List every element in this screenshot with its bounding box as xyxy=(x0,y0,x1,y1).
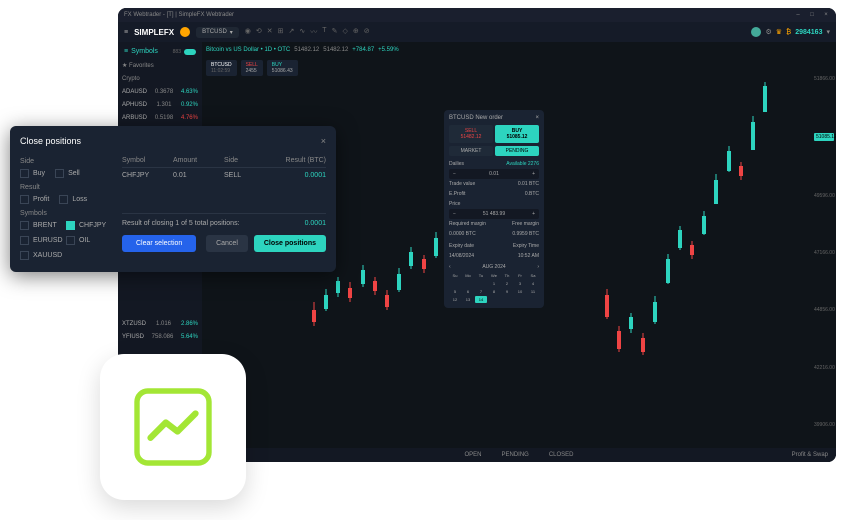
sidebar-title: Symbols xyxy=(131,48,158,55)
positions-tabs: OPEN PENDING CLOSED Profit & Swap xyxy=(202,448,836,462)
close-icon[interactable]: × xyxy=(321,136,326,146)
expiry-date[interactable]: 14/08/2024 xyxy=(449,253,474,259)
favorites-section[interactable]: ★ Favorites xyxy=(122,60,198,71)
topbar: ≡ SIMPLEFX BTCUSD▾ ◉ ⟲ ✕ ⊞ ↗ ∿ 〰 T ✎ ◇ ⊕… xyxy=(118,22,836,42)
tool-icon[interactable]: ⟲ xyxy=(256,27,262,37)
checkbox-symbol[interactable]: OIL xyxy=(66,234,110,247)
tool-icon[interactable]: ✎ xyxy=(332,27,338,37)
coin-icon[interactable]: ₿ xyxy=(786,29,791,36)
close-icon[interactable]: × xyxy=(535,115,539,121)
tool-icon[interactable]: ⊕ xyxy=(353,27,359,37)
symbol-row[interactable]: ADAUSD0.36784.63% xyxy=(122,87,198,97)
sell-button[interactable]: SELL51482.12 xyxy=(449,125,493,143)
window-controls: – □ × xyxy=(794,11,830,19)
checkbox-symbol[interactable]: BRENT xyxy=(20,219,64,232)
filters: Side Buy Sell Result Profit Loss Symbols… xyxy=(20,154,110,262)
checkbox-sell[interactable]: Sell xyxy=(55,167,80,180)
symbol-row[interactable]: XTZUSD1.0162.86% xyxy=(122,319,198,329)
checkbox-buy[interactable]: Buy xyxy=(20,167,45,180)
menu-icon[interactable]: ≡ xyxy=(124,29,128,36)
checkbox-symbol[interactable]: XAUUSD xyxy=(20,249,64,262)
tool-icon[interactable]: ◇ xyxy=(342,27,347,37)
toolbar-icons: ◉ ⟲ ✕ ⊞ ↗ ∿ 〰 T ✎ ◇ ⊕ ⊘ xyxy=(245,27,370,37)
maximize-icon[interactable]: □ xyxy=(808,11,816,19)
brand-logo: SIMPLEFX xyxy=(134,28,174,37)
tab-open[interactable]: OPEN xyxy=(464,452,481,458)
tab-closed[interactable]: CLOSED xyxy=(549,452,574,458)
tool-icon[interactable]: ⊘ xyxy=(364,27,370,37)
confirm-button[interactable]: Close positions xyxy=(254,235,326,252)
logo-card xyxy=(100,354,246,500)
cancel-button[interactable]: Cancel xyxy=(206,235,248,252)
y-axis: 51866.00 51085.12 49596.00 47166.00 4485… xyxy=(812,72,836,432)
avatar-icon[interactable] xyxy=(751,27,761,37)
titlebar: FX Webtrader - [T] | SimpleFX Webtrader … xyxy=(118,8,836,22)
order-title: BTCUSD New order xyxy=(449,115,503,121)
search-icon[interactable]: ≡ xyxy=(124,48,128,55)
tool-icon[interactable]: ✕ xyxy=(267,27,273,37)
checkbox-symbol[interactable]: CHFJPY xyxy=(66,219,110,232)
sidebar-count: 883 xyxy=(173,49,181,55)
checkbox-profit[interactable]: Profit xyxy=(20,193,49,206)
bell-icon[interactable]: ♛ xyxy=(776,28,782,36)
minimize-icon[interactable]: – xyxy=(794,11,802,19)
tab-pending[interactable]: PENDING xyxy=(501,452,528,458)
symbol-row[interactable]: YFIUSD758.0865.64% xyxy=(122,332,198,342)
sidebar-header: ≡ Symbols 883 xyxy=(122,46,198,57)
pair-label: Bitcoin vs US Dollar • 1D • OTC xyxy=(206,47,290,53)
price-tag: 51085.12 xyxy=(814,133,834,141)
camera-icon[interactable]: ◉ xyxy=(245,27,251,37)
logo-badge-icon xyxy=(180,27,190,37)
symbol-selector[interactable]: BTCUSD▾ xyxy=(196,27,239,38)
symbol-row[interactable]: APHUSD1.3010.92% xyxy=(122,100,198,110)
clear-button[interactable]: Clear selection xyxy=(122,235,196,252)
calendar[interactable]: ‹AUG 2024› SuMoTuWeThFrSa 1234 567891011… xyxy=(449,264,539,303)
toggle-icon[interactable] xyxy=(184,49,196,55)
window-title: FX Webtrader - [T] | SimpleFX Webtrader xyxy=(124,12,234,18)
modal-title: Close positions xyxy=(20,136,81,146)
balance: 2984163 xyxy=(795,29,822,36)
size-input[interactable]: 0.01 xyxy=(489,171,499,177)
close-icon[interactable]: × xyxy=(822,11,830,19)
right-controls: ⚙ ♛ ₿ 2984163 ▾ xyxy=(751,27,830,37)
chart-line-icon xyxy=(128,382,218,472)
symbol-row[interactable]: ARBUSD0.51984.76% xyxy=(122,113,198,123)
order-panel: BTCUSD New order × SELL51482.12 BUY51085.… xyxy=(444,110,544,308)
crypto-section[interactable]: Crypto xyxy=(122,74,198,84)
tab-market[interactable]: MARKET xyxy=(449,146,493,156)
gear-icon[interactable]: ⚙ xyxy=(765,28,771,36)
chart-header: Bitcoin vs US Dollar • 1D • OTC 51482.12… xyxy=(202,42,836,58)
tool-icon[interactable]: 〰 xyxy=(310,27,317,37)
tool-icon[interactable]: T xyxy=(322,27,326,37)
pl-label: Profit & Swap xyxy=(792,452,828,458)
tool-icon[interactable]: ⊞ xyxy=(278,27,284,37)
tool-icon[interactable]: ↗ xyxy=(289,27,295,37)
chevron-down-icon[interactable]: ▾ xyxy=(826,28,830,36)
buy-button[interactable]: BUY51085.12 xyxy=(495,125,539,143)
expiry-time[interactable]: 10:52 AM xyxy=(518,253,539,259)
checkbox-symbol[interactable]: EURUSD xyxy=(20,234,64,247)
tool-icon[interactable]: ∿ xyxy=(299,27,305,37)
price-input[interactable]: 51 483.99 xyxy=(483,211,505,217)
tab-pending[interactable]: PENDING xyxy=(495,146,539,156)
positions-table: SymbolAmountSideResult (BTC) CHFJPY0.01S… xyxy=(122,154,326,262)
close-positions-modal: Close positions × Side Buy Sell Result Pr… xyxy=(10,126,336,272)
table-row[interactable]: CHFJPY0.01SELL0.0001 xyxy=(122,168,326,183)
checkbox-loss[interactable]: Loss xyxy=(59,193,87,206)
